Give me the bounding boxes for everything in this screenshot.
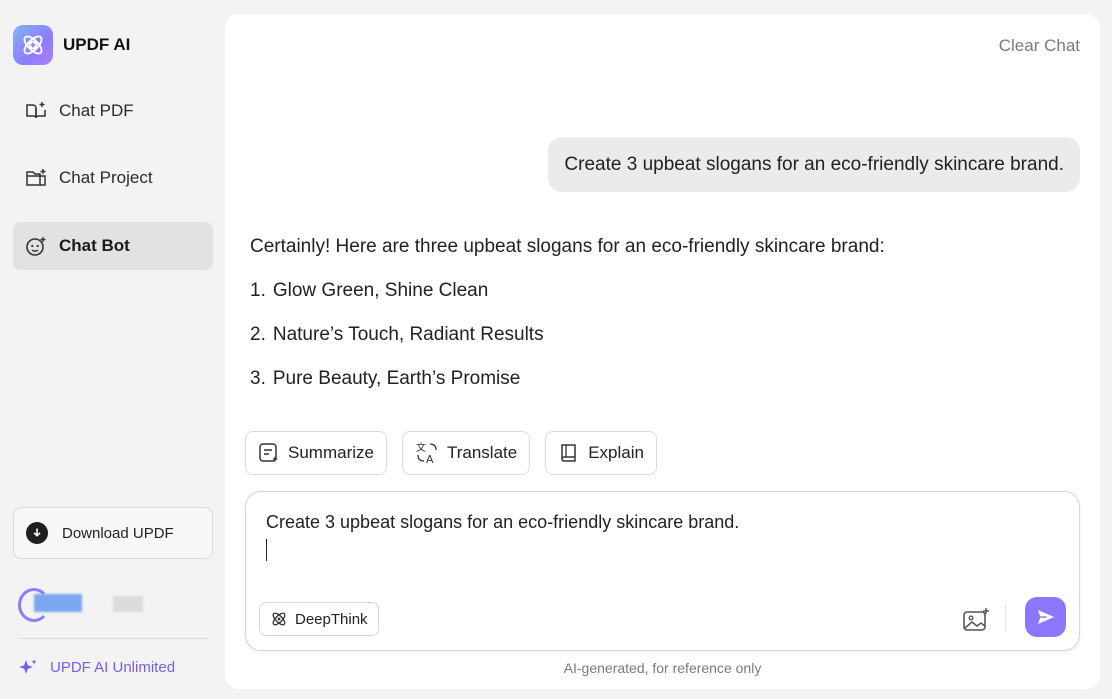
download-updf-button[interactable]: Download UPDF: [13, 507, 213, 559]
summarize-button[interactable]: Summarize: [245, 431, 387, 475]
composer-divider: [1005, 605, 1006, 631]
brand: UPDF AI: [13, 25, 130, 65]
text-caret: [266, 539, 267, 561]
send-button[interactable]: [1025, 597, 1066, 637]
ai-disclaimer: AI-generated, for reference only: [563, 660, 762, 676]
svg-text:文: 文: [416, 441, 426, 454]
account-area[interactable]: [18, 588, 158, 624]
deepthink-toggle[interactable]: DeepThink: [259, 602, 379, 636]
list-item-number: 2.: [250, 324, 266, 345]
sidebar-item-chat-bot[interactable]: Chat Bot: [13, 222, 213, 270]
list-item-text: Nature’s Touch, Radiant Results: [272, 324, 544, 345]
user-message-text: Create 3 upbeat slogans for an eco-frien…: [564, 153, 1064, 175]
user-message-bubble: Create 3 upbeat slogans for an eco-frien…: [548, 137, 1080, 192]
folder-sparkle-icon: [26, 169, 46, 186]
sidebar-item-chat-pdf[interactable]: Chat PDF: [13, 87, 213, 135]
atom-icon: [272, 612, 286, 626]
assistant-response: Certainly! Here are three upbeat slogans…: [250, 236, 1070, 412]
message-composer: DeepThink: [245, 491, 1080, 651]
download-icon: [26, 522, 48, 544]
explain-button[interactable]: Explain: [545, 431, 657, 475]
app-window: UPDF AI Chat PDF Chat Project Chat Bot D…: [0, 0, 1112, 699]
account-detail-redacted: [113, 596, 143, 612]
sidebar: UPDF AI Chat PDF Chat Project Chat Bot D…: [0, 0, 225, 699]
sidebar-item-label: Chat Project: [59, 168, 153, 187]
translate-label: Translate: [446, 443, 518, 462]
svg-text:A: A: [426, 453, 434, 465]
image-sparkle-icon: [963, 608, 989, 631]
updf-logo-icon: [13, 25, 53, 65]
book-icon: [561, 444, 576, 462]
sidebar-divider: [18, 638, 208, 639]
clear-chat-button[interactable]: Clear Chat: [999, 36, 1080, 56]
sparkle-icon: [19, 659, 37, 674]
summarize-label: Summarize: [288, 443, 374, 462]
updf-ai-unlimited-label: UPDF AI Unlimited: [50, 658, 176, 676]
updf-ai-unlimited-link[interactable]: UPDF AI Unlimited: [18, 658, 175, 676]
list-item: 1. Glow Green, Shine Clean: [250, 280, 1070, 302]
account-name-redacted: [34, 594, 82, 612]
assistant-intro: Certainly! Here are three upbeat slogans…: [250, 236, 885, 257]
list-item-text: Glow Green, Shine Clean: [272, 280, 489, 301]
list-item: 2. Nature’s Touch, Radiant Results: [250, 324, 1070, 346]
list-item-number: 3.: [250, 368, 266, 389]
sidebar-item-chat-project[interactable]: Chat Project: [13, 154, 213, 202]
sidebar-item-label: Chat PDF: [59, 101, 134, 120]
sidebar-item-label: Chat Bot: [59, 236, 130, 255]
quick-actions: Summarize 文 A Translate Explain: [245, 431, 657, 475]
upload-image-button[interactable]: [961, 605, 991, 635]
message-input[interactable]: [266, 512, 1046, 572]
deepthink-label: DeepThink: [295, 610, 368, 628]
brand-name: UPDF AI: [63, 35, 131, 54]
bot-face-icon: [26, 237, 46, 256]
summarize-icon: [259, 443, 278, 462]
download-updf-label: Download UPDF: [62, 524, 174, 542]
send-icon: [1037, 610, 1054, 624]
explain-label: Explain: [588, 443, 644, 462]
chat-panel: Clear Chat Create 3 upbeat slogans for a…: [225, 14, 1100, 689]
translate-icon: 文 A: [416, 441, 437, 465]
list-item-number: 1.: [250, 280, 266, 301]
list-item-text: Pure Beauty, Earth’s Promise: [272, 368, 521, 389]
book-sparkle-icon: [26, 102, 46, 119]
translate-button[interactable]: 文 A Translate: [401, 431, 531, 475]
list-item: 3. Pure Beauty, Earth’s Promise: [250, 368, 1070, 390]
